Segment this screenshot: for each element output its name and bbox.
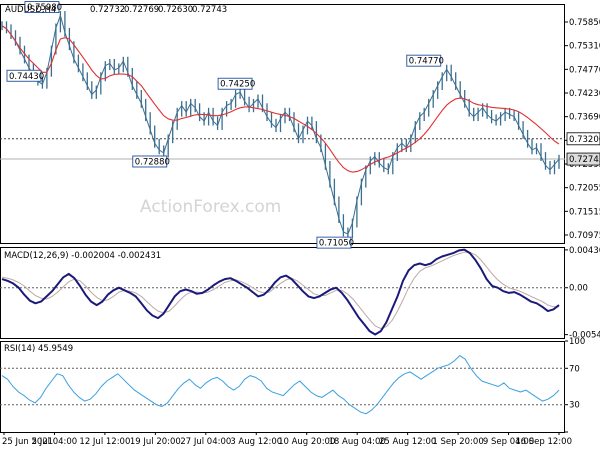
x-tick-label: 1 Sep 20:00 (432, 437, 483, 447)
rsi-frame (0, 341, 565, 433)
x-tick-label: 16 Sep 12:00 (515, 437, 572, 447)
x-tick-label: 12 Jul 12:00 (79, 437, 130, 447)
price-header: AUDUSD,H4 0.72732 0.72769 0.72630 0.7274… (5, 5, 227, 15)
price-y-tick-label: 0.74770 (569, 65, 600, 75)
moving-average-line (1, 25, 560, 173)
x-tick-label: 19 Jul 20:00 (130, 437, 181, 447)
x-tick-label: 3 Aug 12:00 (230, 437, 282, 447)
rsi-y-tick-label: 100 (569, 337, 585, 347)
annotation-label: 0.72880 (135, 157, 170, 167)
rsi-y-tick-label: 30 (569, 401, 580, 411)
macd-y-tick-label: 0.004367 (569, 246, 600, 256)
annotation-label: 0.74250 (220, 80, 255, 90)
price-y-tick-label: 0.72055 (569, 184, 600, 194)
x-tick-label: 27 Jul 04:00 (180, 437, 231, 447)
panel-grid (0, 138, 565, 406)
x-tick-label: 5 Jul 04:00 (32, 437, 78, 447)
price-y-tick-label: 0.75850 (569, 18, 600, 28)
macd-y-tick-label: 0.00 (569, 284, 588, 294)
annotation-label: 0.74430 (9, 72, 44, 82)
rsi-y-tick-label: 70 (569, 364, 580, 374)
current-price-label: 0.72743 (569, 155, 600, 165)
annotation-label: 0.74770 (409, 57, 444, 67)
price-y-tick-label: 0.73690 (569, 113, 600, 123)
macd-main-line (1, 248, 560, 336)
price-y-tick-label: 0.74230 (569, 89, 600, 99)
price-y-tick-label: 0.71515 (569, 207, 600, 217)
symbol-label: AUDUSD,H4 (5, 5, 56, 15)
audusd-chart: ActionForex.com 0.759800.744300.728800.7… (0, 1, 600, 447)
price-y-tick-label: 0.70975 (569, 231, 600, 241)
rsi-label: RSI(14) 45.9549 (4, 344, 73, 354)
macd-label: MACD(12,26,9) -0.002004 -0.002431 (4, 251, 161, 261)
ohlc-close: 0.72743 (192, 5, 227, 15)
ohlc-low: 0.72630 (158, 5, 193, 15)
ohlc-open: 0.72732 (90, 5, 125, 15)
macd-panel (1, 248, 560, 336)
x-tick-label: 18 Aug 04:00 (329, 437, 386, 447)
price-y-tick-label: 0.75310 (569, 42, 600, 52)
watermark: ActionForex.com (140, 197, 281, 217)
x-tick-label: 25 Aug 12:00 (379, 437, 436, 447)
x-tick-label: 10 Aug 20:00 (278, 437, 335, 447)
annotation-label: 0.71050 (319, 239, 354, 249)
level-tag-label: 0.73200 (569, 135, 600, 145)
macd-signal-line (1, 251, 559, 329)
price-frame (0, 4, 565, 244)
ohlc-high: 0.72769 (124, 5, 159, 15)
